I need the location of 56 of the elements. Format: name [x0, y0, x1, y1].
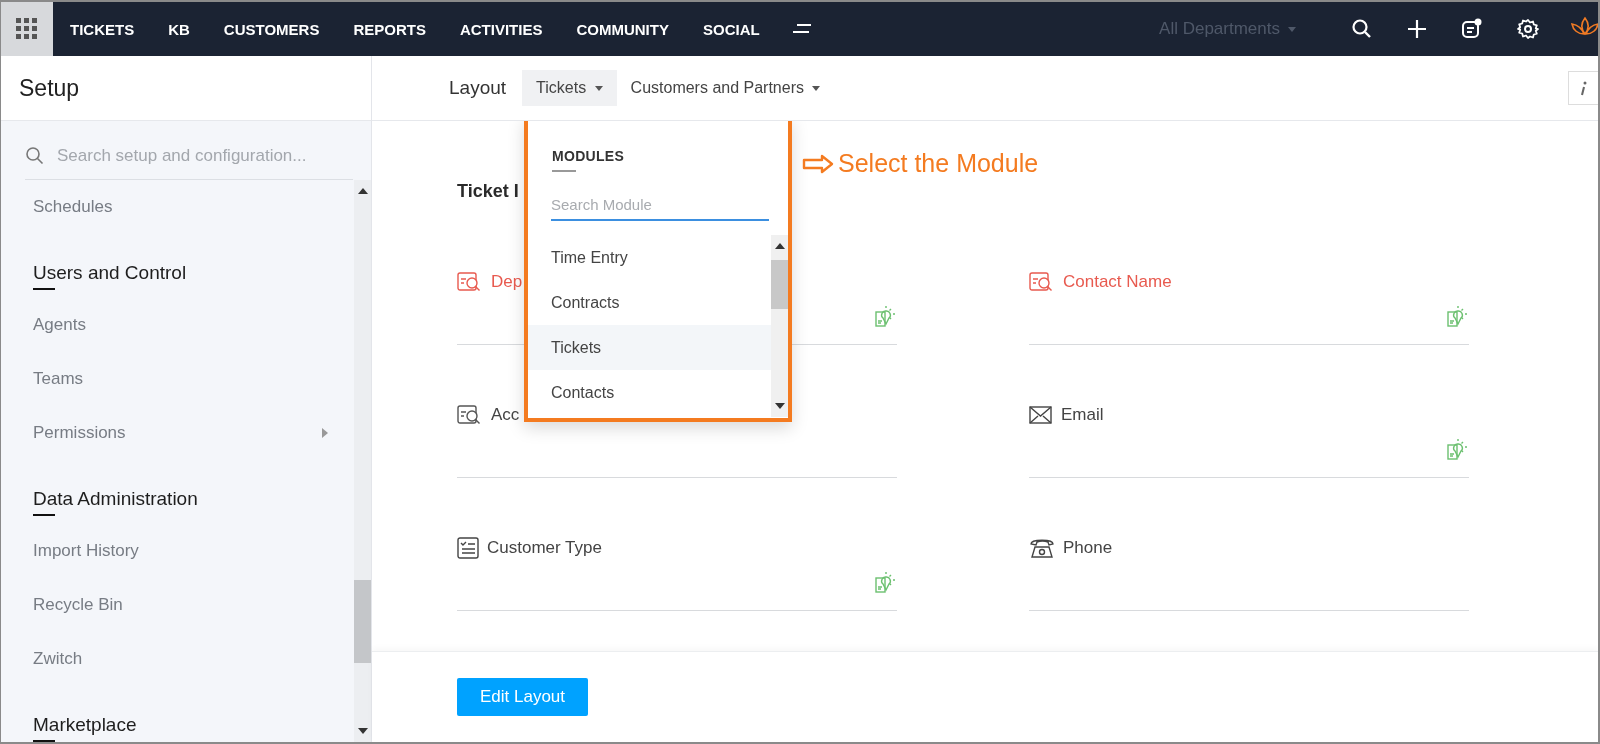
sidebar-item[interactable]: Recycle Bin	[33, 578, 354, 632]
nav-link[interactable]: ACTIVITIES	[459, 20, 543, 38]
sidebar-item[interactable]: Agents	[33, 298, 354, 352]
section-title: Ticket I	[457, 181, 520, 202]
nav-link[interactable]: KB	[168, 20, 190, 38]
field-label: Dep	[491, 272, 523, 292]
scroll-up-icon[interactable]	[774, 243, 785, 249]
field-label: Acc	[491, 405, 520, 425]
scroll-down-icon[interactable]	[774, 403, 785, 409]
form-field[interactable]: Customer Type	[457, 534, 897, 611]
field-label: Phone	[1063, 538, 1113, 558]
search-icon[interactable]	[1351, 18, 1373, 40]
module-option[interactable]: Time Entry	[528, 235, 771, 280]
sidebar-item[interactable]: Teams	[33, 352, 354, 406]
field-label: Email	[1061, 405, 1104, 425]
scroll-down-icon[interactable]	[357, 728, 368, 734]
apps-button[interactable]	[1, 2, 53, 56]
scroll-up-icon[interactable]	[357, 188, 368, 194]
module-tab[interactable]: Tickets	[522, 70, 617, 106]
grid-icon	[16, 18, 38, 40]
sidebar-item[interactable]: Import History	[33, 524, 354, 578]
form-field[interactable]: Email	[1029, 401, 1469, 478]
sidebar-item[interactable]: Zwitch	[33, 632, 354, 686]
field-label: Customer Type	[487, 538, 602, 558]
search-icon	[25, 146, 45, 166]
scrollbar[interactable]	[771, 235, 788, 417]
form-field[interactable]: Phone	[1029, 534, 1469, 611]
dropdown-title: MODULES	[552, 148, 625, 172]
plus-icon[interactable]	[1407, 19, 1427, 39]
menu-icon[interactable]	[790, 22, 813, 36]
scrollbar[interactable]	[354, 180, 371, 742]
layout-label: Layout	[449, 77, 507, 99]
nav-link[interactable]: REPORTS	[353, 20, 426, 38]
module-tab[interactable]: Customers and Partners	[616, 70, 835, 106]
sidebar-item[interactable]: Permissions	[33, 406, 354, 460]
envelope-icon	[1029, 405, 1053, 425]
info-icon	[1578, 80, 1589, 96]
annotation-text: Select the Module	[838, 149, 1039, 178]
nav-link[interactable]: COMMUNITY	[576, 20, 669, 38]
nav-link[interactable]: SOCIAL	[702, 20, 760, 38]
checklist-icon	[457, 537, 479, 559]
settings-icon[interactable]	[1517, 18, 1539, 40]
arrow-icon	[802, 153, 836, 174]
nav-link[interactable]: CUSTOMERS	[223, 20, 320, 38]
notes-icon[interactable]	[1461, 18, 1483, 40]
nav-link[interactable]: TICKETS	[70, 20, 135, 38]
form-field[interactable]: Contact Name	[1029, 268, 1469, 345]
scrollbar-thumb[interactable]	[354, 580, 371, 663]
sidebar-item[interactable]: Schedules	[33, 180, 354, 234]
module-option[interactable]: Tickets	[528, 325, 771, 370]
scrollbar-thumb[interactable]	[771, 259, 788, 310]
module-option[interactable]: Contracts	[528, 280, 771, 325]
telephone-icon	[1029, 537, 1055, 559]
sidebar-title: Setup	[1, 56, 371, 121]
search-field[interactable]: Search setup and configuration...	[55, 145, 339, 167]
field-label: Contact Name	[1063, 272, 1172, 292]
